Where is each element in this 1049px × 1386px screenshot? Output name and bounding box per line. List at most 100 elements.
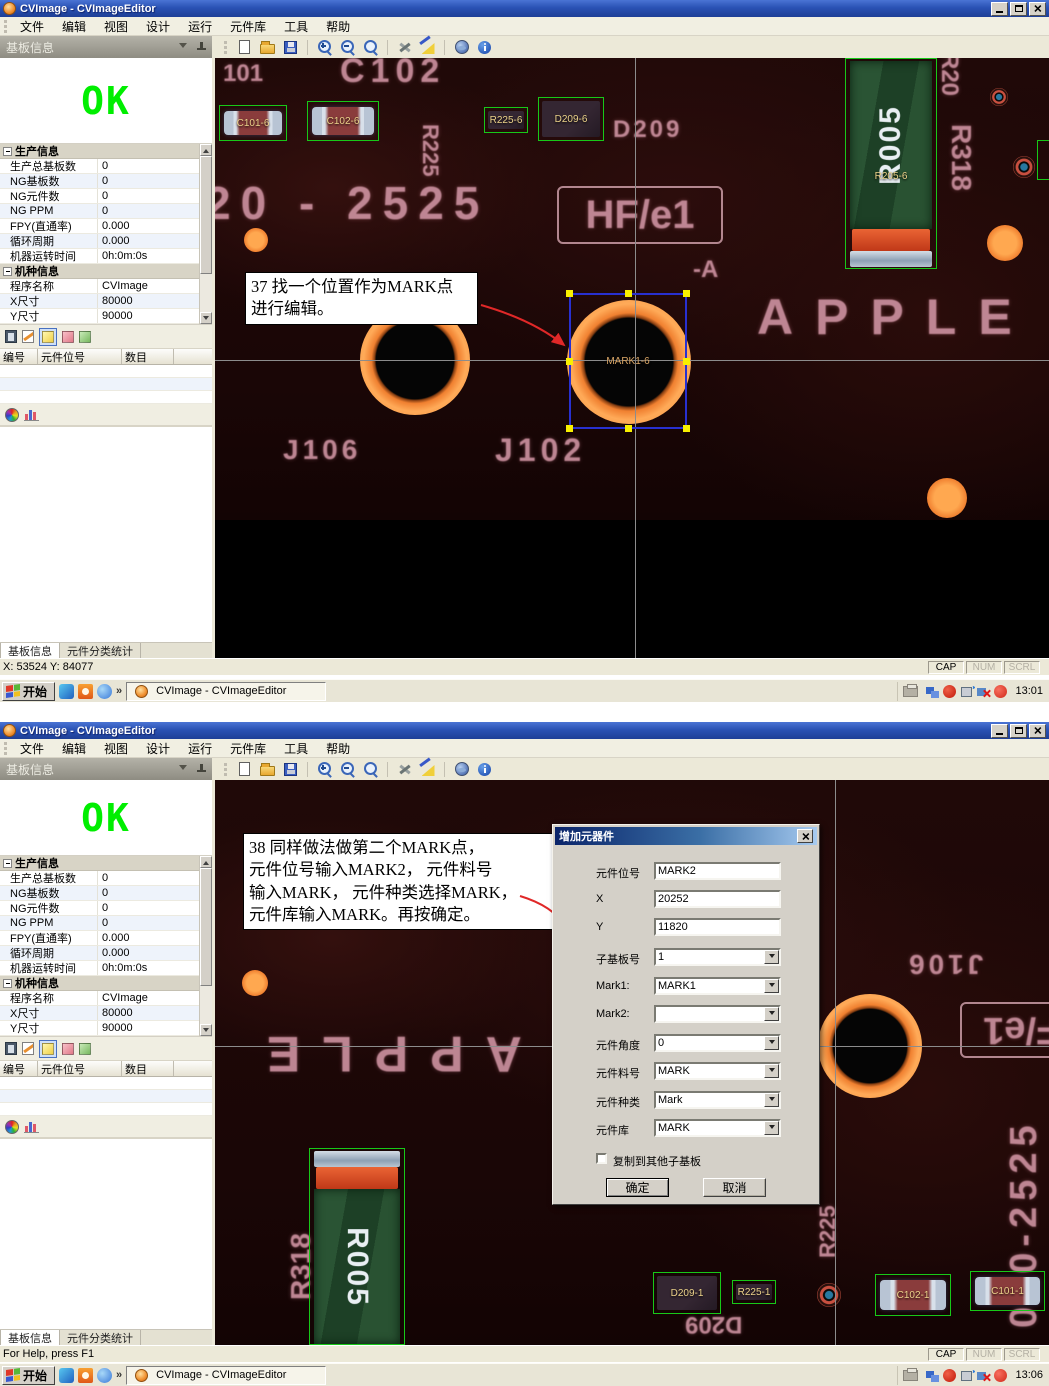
- quick-launch-icon[interactable]: [59, 683, 75, 699]
- note-yellow-selected[interactable]: [39, 1039, 57, 1058]
- sub-board-combo[interactable]: 1: [654, 948, 781, 966]
- bar-chart-icon[interactable]: [24, 409, 39, 421]
- col-number[interactable]: 编号: [0, 349, 38, 364]
- angle-combo[interactable]: 0: [654, 1034, 781, 1052]
- start-button[interactable]: 开始: [2, 681, 56, 701]
- scroll-down-icon[interactable]: [200, 1024, 212, 1036]
- bar-chart-icon[interactable]: [24, 1121, 39, 1133]
- tab-component-stats[interactable]: 元件分类统计: [60, 643, 141, 658]
- pin-icon[interactable]: [197, 764, 206, 774]
- menu-view[interactable]: 视图: [95, 17, 137, 36]
- scroll-thumb[interactable]: [200, 156, 212, 274]
- cancel-button[interactable]: 取消: [703, 1178, 766, 1197]
- open-button[interactable]: [258, 760, 277, 779]
- antivirus-icon[interactable]: [943, 1368, 957, 1382]
- collapse-icon[interactable]: [3, 266, 12, 276]
- network-icon[interactable]: [926, 685, 940, 698]
- component-box-d209[interactable]: D209-1: [653, 1272, 721, 1314]
- menu-help[interactable]: 帮助: [317, 17, 359, 36]
- col-refdes[interactable]: 元件位号: [38, 1061, 122, 1076]
- task-button[interactable]: CVImage - CVImageEditor: [126, 1365, 327, 1385]
- quick-launch-icon[interactable]: [78, 683, 94, 699]
- menu-tools[interactable]: 工具: [275, 17, 317, 36]
- tab-board-info[interactable]: 基板信息: [0, 1330, 60, 1345]
- start-button[interactable]: 开始: [2, 1365, 56, 1385]
- green-note-icon[interactable]: [79, 330, 91, 343]
- dropdown-arrow-icon[interactable]: [764, 950, 779, 964]
- collapse-icon[interactable]: [3, 858, 12, 868]
- component-box-c101[interactable]: C101-1: [970, 1271, 1045, 1311]
- section-model[interactable]: 机种信息: [0, 264, 199, 279]
- close-button[interactable]: [1029, 1, 1046, 16]
- menu-file[interactable]: 文件: [11, 739, 53, 758]
- library-button[interactable]: [452, 760, 471, 779]
- save-button[interactable]: [281, 38, 300, 57]
- network-error-icon[interactable]: [977, 1369, 990, 1382]
- status-ball-icon[interactable]: [994, 1368, 1008, 1382]
- quick-launch-ie-icon[interactable]: [97, 683, 113, 699]
- pcb-viewport[interactable]: APPLE HF/e1 J106 R318 020-2525 R225 D209…: [215, 780, 1049, 1345]
- dialog-close-button[interactable]: [797, 829, 813, 843]
- dropdown-arrow-icon[interactable]: [764, 1064, 779, 1078]
- open-button[interactable]: [258, 38, 277, 57]
- quick-launch-icon[interactable]: [78, 1367, 94, 1383]
- design-verify-button[interactable]: [418, 38, 437, 57]
- menu-run[interactable]: 运行: [179, 739, 221, 758]
- col-number[interactable]: 编号: [0, 1061, 38, 1076]
- zoom-out-button[interactable]: [338, 38, 357, 57]
- scroll-down-icon[interactable]: [200, 312, 212, 324]
- quick-launch-more[interactable]: »: [116, 685, 122, 697]
- menu-view[interactable]: 视图: [95, 739, 137, 758]
- dropdown-arrow-icon[interactable]: [764, 1036, 779, 1050]
- chevron-down-icon[interactable]: [179, 42, 187, 52]
- minimize-button[interactable]: [991, 1, 1008, 16]
- pcb-viewport[interactable]: 101 C102 R225 D209 20 - 2525 HF/e1 -A AP…: [215, 58, 1049, 658]
- scroll-thumb[interactable]: [200, 868, 212, 986]
- menu-library[interactable]: 元件库: [221, 17, 275, 36]
- save-button[interactable]: [281, 760, 300, 779]
- quick-launch-icon[interactable]: [59, 1367, 75, 1383]
- minimize-button[interactable]: [991, 723, 1008, 738]
- network-icon[interactable]: [926, 1369, 940, 1382]
- note-yellow-selected[interactable]: [39, 327, 57, 346]
- menu-library[interactable]: 元件库: [221, 739, 275, 758]
- library-combo[interactable]: MARK: [654, 1119, 781, 1137]
- col-count[interactable]: 数目: [122, 349, 174, 364]
- mark2-combo[interactable]: [654, 1005, 781, 1023]
- dropdown-arrow-icon[interactable]: [764, 979, 779, 993]
- menu-design[interactable]: 设计: [137, 739, 179, 758]
- menu-help[interactable]: 帮助: [317, 739, 359, 758]
- refdes-input[interactable]: [654, 862, 781, 880]
- color-wheel-icon[interactable]: [5, 1119, 19, 1134]
- zoom-out-button[interactable]: [338, 760, 357, 779]
- printer-icon[interactable]: [903, 683, 919, 697]
- restore-button[interactable]: [1010, 1, 1027, 16]
- section-production[interactable]: 生产信息: [0, 856, 199, 871]
- grid-scrollbar[interactable]: [199, 856, 212, 1036]
- tools-button[interactable]: [395, 38, 414, 57]
- clipboard-icon[interactable]: [5, 1042, 17, 1055]
- menu-edit[interactable]: 编辑: [53, 739, 95, 758]
- zoom-select-button[interactable]: [361, 760, 380, 779]
- pin-icon[interactable]: [197, 42, 206, 52]
- mark1-combo[interactable]: MARK1: [654, 977, 781, 995]
- design-verify-button[interactable]: [418, 760, 437, 779]
- printer-icon[interactable]: [903, 1367, 919, 1381]
- red-note-icon[interactable]: [62, 330, 74, 343]
- zoom-in-button[interactable]: [315, 38, 334, 57]
- monitor-signal-icon[interactable]: [960, 685, 976, 698]
- antivirus-icon[interactable]: [943, 684, 957, 698]
- clipboard-icon[interactable]: [5, 330, 17, 343]
- dropdown-arrow-icon[interactable]: [764, 1093, 779, 1107]
- x-input[interactable]: [654, 890, 781, 908]
- ok-button[interactable]: 确定: [606, 1178, 669, 1197]
- library-button[interactable]: [452, 38, 471, 57]
- part-type-combo[interactable]: Mark: [654, 1091, 781, 1109]
- edit-page-icon[interactable]: [22, 330, 34, 343]
- chevron-down-icon[interactable]: [179, 764, 187, 774]
- scroll-up-icon[interactable]: [200, 144, 212, 156]
- menu-file[interactable]: 文件: [11, 17, 53, 36]
- col-count[interactable]: 数目: [122, 1061, 174, 1076]
- status-ball-icon[interactable]: [994, 684, 1008, 698]
- section-production[interactable]: 生产信息: [0, 144, 199, 159]
